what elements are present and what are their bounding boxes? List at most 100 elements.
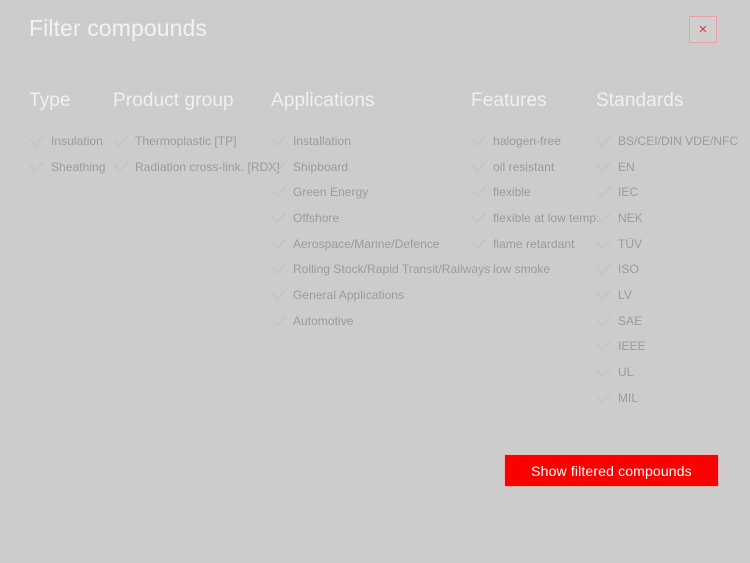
check-icon	[271, 289, 287, 301]
option-label: Aerospace/Marine/Defence	[293, 236, 440, 251]
option-label: flexible at low temp.	[493, 210, 600, 225]
option-label: Installation	[293, 133, 351, 148]
filter-option-green-energy[interactable]: Green Energy	[271, 179, 471, 205]
column-title-applications: Applications	[271, 90, 375, 111]
option-label: Automotive	[293, 313, 354, 328]
option-label: Rolling Stock/Rapid Transit/Railways	[293, 262, 491, 277]
filter-option-ieee[interactable]: IEEE	[596, 334, 746, 360]
option-label: General Applications	[293, 287, 405, 302]
check-icon	[596, 237, 612, 250]
filter-option-sae[interactable]: SAE	[596, 308, 746, 334]
column-title-features: Features	[471, 90, 547, 111]
option-label: MIL	[618, 390, 639, 405]
column-title-standards: Standards	[596, 90, 684, 111]
option-label: IEEE	[618, 339, 646, 354]
filter-option-sheathing[interactable]: Sheathing	[29, 154, 113, 180]
check-icon	[271, 134, 287, 147]
filter-option-radiation-cross-link[interactable]: Radiation cross-link. [RDX]	[113, 154, 280, 180]
filter-option-flexible[interactable]: flexible	[471, 179, 596, 205]
option-label: Insulation	[51, 133, 103, 148]
filter-option-tuv[interactable]: TÜV	[596, 231, 746, 257]
option-label: Green Energy	[293, 185, 369, 200]
filter-option-iec[interactable]: IEC	[596, 179, 746, 205]
check-icon	[471, 186, 487, 198]
check-icon	[596, 366, 612, 378]
show-filtered-compounds-button[interactable]: Show filtered compounds	[504, 454, 719, 487]
check-icon	[271, 263, 287, 275]
check-icon	[596, 186, 612, 198]
option-list-applications: Installation Shipboard Green Energy Offs…	[271, 128, 490, 334]
option-label: UL	[618, 365, 634, 380]
filter-option-thermoplastic[interactable]: Thermoplastic [TP]	[113, 128, 271, 154]
check-icon	[471, 160, 487, 173]
check-icon	[271, 160, 287, 173]
filter-option-low-smoke[interactable]: low smoke	[471, 256, 596, 282]
option-label: ISO	[618, 262, 639, 277]
filter-option-automotive[interactable]: Automotive	[271, 308, 471, 334]
option-label: EN	[618, 159, 635, 174]
check-icon	[596, 263, 612, 275]
option-label: BS/CEI/DIN VDE/NFC	[618, 133, 739, 148]
check-icon	[471, 263, 487, 275]
check-icon	[29, 134, 45, 147]
filter-column-applications: Applications Installation Shipboard Gree…	[271, 90, 490, 334]
check-icon	[271, 237, 287, 250]
option-label: low smoke	[493, 262, 551, 277]
filter-option-halogen-free[interactable]: halogen-free	[471, 128, 596, 154]
filter-option-shipboard[interactable]: Shipboard	[271, 154, 471, 180]
option-label: Shipboard	[293, 159, 349, 174]
option-label: TÜV	[618, 236, 643, 251]
filter-option-nek[interactable]: NEK	[596, 205, 746, 231]
option-list-features: halogen-free oil resistant flexible flex…	[471, 128, 600, 282]
option-label: IEC	[618, 185, 639, 200]
check-icon	[596, 340, 612, 352]
option-label: Radiation cross-link. [RDX]	[135, 159, 280, 174]
option-label: Offshore	[293, 210, 340, 225]
filter-compounds-dialog: Filter compounds × Type Insulation Sheat…	[0, 0, 750, 563]
option-list-type: Insulation Sheathing	[29, 128, 113, 179]
option-list-product-group: Thermoplastic [TP] Radiation cross-link.…	[113, 128, 280, 180]
filter-option-insulation[interactable]: Insulation	[29, 128, 113, 154]
column-title-type: Type	[29, 90, 71, 111]
filter-option-general-applications[interactable]: General Applications	[271, 282, 471, 308]
filter-option-bs-cei-din-vde-nfc[interactable]: BS/CEI/DIN VDE/NFC	[596, 128, 746, 154]
check-icon	[113, 160, 129, 173]
column-title-product-group: Product group	[113, 90, 234, 111]
filter-option-rolling-stock[interactable]: Rolling Stock/Rapid Transit/Railways	[271, 256, 490, 282]
filter-column-product-group: Product group Thermoplastic [TP] Radiati…	[113, 90, 280, 180]
check-icon	[29, 160, 45, 173]
filter-column-standards: Standards BS/CEI/DIN VDE/NFC EN IEC NEK …	[596, 90, 746, 411]
option-label: SAE	[618, 313, 643, 328]
option-label: NEK	[618, 210, 643, 225]
filter-option-iso[interactable]: ISO	[596, 256, 746, 282]
filter-option-offshore[interactable]: Offshore	[271, 205, 471, 231]
check-icon	[271, 186, 287, 198]
check-icon	[596, 160, 612, 173]
option-label: LV	[618, 287, 632, 302]
filter-columns: Type Insulation Sheathing Product group …	[0, 0, 750, 430]
filter-option-mil[interactable]: MIL	[596, 385, 746, 411]
filter-option-aerospace-marine-defence[interactable]: Aerospace/Marine/Defence	[271, 231, 471, 257]
filter-column-type: Type Insulation Sheathing	[29, 90, 113, 179]
filter-option-installation[interactable]: Installation	[271, 128, 471, 154]
check-icon	[596, 134, 612, 147]
filter-column-features: Features halogen-free oil resistant flex…	[471, 90, 600, 282]
check-icon	[596, 212, 612, 224]
option-label: Sheathing	[51, 159, 106, 174]
filter-option-oil-resistant[interactable]: oil resistant	[471, 154, 596, 180]
check-icon	[113, 134, 129, 147]
filter-option-ul[interactable]: UL	[596, 359, 746, 385]
filter-option-en[interactable]: EN	[596, 154, 746, 180]
option-label: flexible	[493, 185, 531, 200]
option-label: flame retardant	[493, 236, 575, 251]
check-icon	[596, 391, 612, 404]
check-icon	[471, 237, 487, 250]
check-icon	[471, 212, 487, 224]
option-label: Thermoplastic [TP]	[135, 133, 237, 148]
option-list-standards: BS/CEI/DIN VDE/NFC EN IEC NEK TÜV ISO LV…	[596, 128, 746, 411]
option-label: halogen-free	[493, 133, 561, 148]
option-label: oil resistant	[493, 159, 555, 174]
filter-option-flexible-at-low-temp[interactable]: flexible at low temp.	[471, 205, 600, 231]
filter-option-flame-retardant[interactable]: flame retardant	[471, 231, 596, 257]
filter-option-lv[interactable]: LV	[596, 282, 746, 308]
